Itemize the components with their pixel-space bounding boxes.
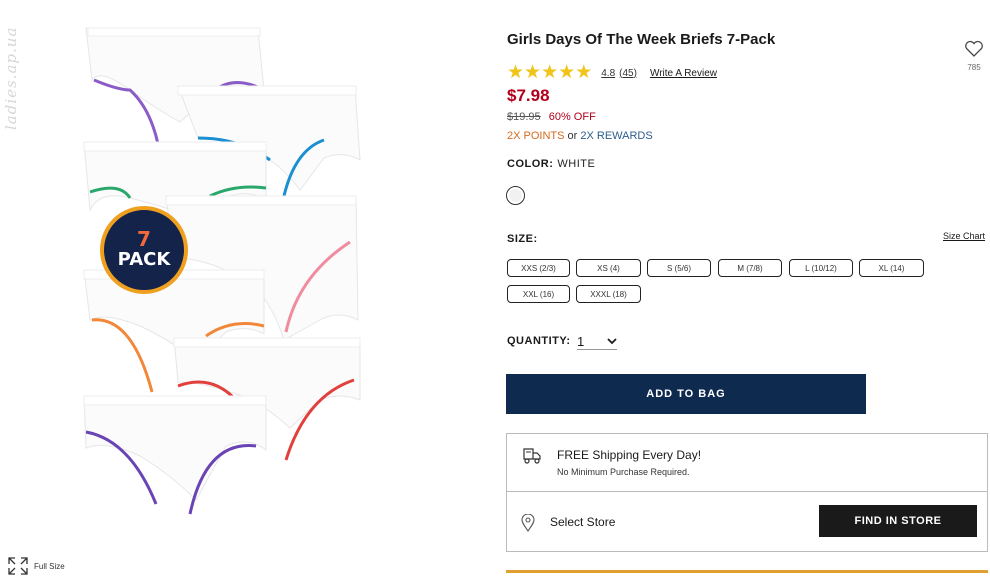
expand-icon <box>8 557 28 575</box>
favorite-button[interactable]: 785 <box>962 40 986 72</box>
star-icon: ★ <box>558 62 576 83</box>
store-row: Select Store FIND IN STORE <box>507 492 987 552</box>
shipping-title: FREE Shipping Every Day! <box>557 448 702 462</box>
rating-value[interactable]: 4.8 <box>601 68 615 79</box>
rating-count[interactable]: (45) <box>619 68 637 79</box>
fulfillment-box: FREE Shipping Every Day! No Minimum Purc… <box>506 433 988 552</box>
star-icon: ★ <box>541 62 559 83</box>
size-chart-link[interactable]: Size Chart <box>943 231 985 241</box>
badge-text: PACK <box>117 249 171 270</box>
product-title: Girls Days Of The Week Briefs 7-Pack <box>507 31 776 48</box>
rewards-row: 2X POINTS or 2X REWARDS <box>507 130 653 142</box>
rewards-or: or <box>567 130 578 142</box>
watermark: ladies.ap.ua <box>2 26 20 130</box>
points-text: 2X POINTS <box>507 130 565 142</box>
write-review-link[interactable]: Write A Review <box>650 68 717 79</box>
size-option[interactable]: XXXL (18) <box>576 285 641 303</box>
size-option[interactable]: S (5/6) <box>647 259 711 277</box>
delivery-truck-icon <box>523 448 541 464</box>
select-store-link[interactable]: Select Store <box>550 515 615 529</box>
size-label: SIZE: <box>507 233 538 245</box>
accent-divider <box>506 570 988 573</box>
star-icon: ★ <box>575 62 593 83</box>
rating-row: ★ ★ ★ ★ ★ 4.8 (45) Write A Review <box>507 62 717 83</box>
size-option[interactable]: XXL (16) <box>507 285 570 303</box>
original-price: $19.95 <box>507 111 541 123</box>
star-icon: ★ <box>507 62 525 83</box>
color-label-text: COLOR: <box>507 158 554 170</box>
color-label: COLOR: WHITE <box>507 158 595 170</box>
size-option[interactable]: L (10/12) <box>789 259 853 277</box>
rewards-text: 2X REWARDS <box>580 130 653 142</box>
brief-violet-bottom <box>83 395 267 515</box>
add-to-bag-button[interactable]: ADD TO BAG <box>506 374 866 414</box>
seven-pack-badge: 7 PACK <box>100 206 188 294</box>
color-value: WHITE <box>557 158 596 170</box>
quantity-value: 1 <box>577 333 585 349</box>
full-size-button[interactable]: Full Size <box>8 557 65 575</box>
find-in-store-button[interactable]: FIND IN STORE <box>819 505 977 537</box>
product-image[interactable]: 7 PACK <box>70 20 370 550</box>
original-price-row: $19.95 60% OFF <box>507 111 596 123</box>
rating-stars[interactable]: ★ ★ ★ ★ ★ <box>507 62 593 83</box>
quantity-select[interactable]: 1 <box>577 333 617 350</box>
star-icon: ★ <box>524 62 542 83</box>
shipping-row: FREE Shipping Every Day! No Minimum Purc… <box>507 434 987 492</box>
chevron-down-icon <box>607 337 617 344</box>
favorite-count: 785 <box>967 63 981 72</box>
color-swatch-white[interactable] <box>506 186 525 205</box>
quantity-label: QUANTITY: <box>507 335 571 347</box>
full-size-label: Full Size <box>34 561 65 571</box>
size-option[interactable]: XL (14) <box>859 259 924 277</box>
size-option[interactable]: XXS (2/3) <box>507 259 570 277</box>
shipping-subtitle: No Minimum Purchase Required. <box>557 467 690 477</box>
badge-number: 7 <box>137 227 151 251</box>
location-pin-icon <box>521 514 535 532</box>
size-option[interactable]: XS (4) <box>576 259 641 277</box>
heart-icon <box>965 40 983 57</box>
size-option[interactable]: M (7/8) <box>718 259 782 277</box>
discount-text: 60% OFF <box>548 111 596 123</box>
sale-price: $7.98 <box>507 86 550 105</box>
